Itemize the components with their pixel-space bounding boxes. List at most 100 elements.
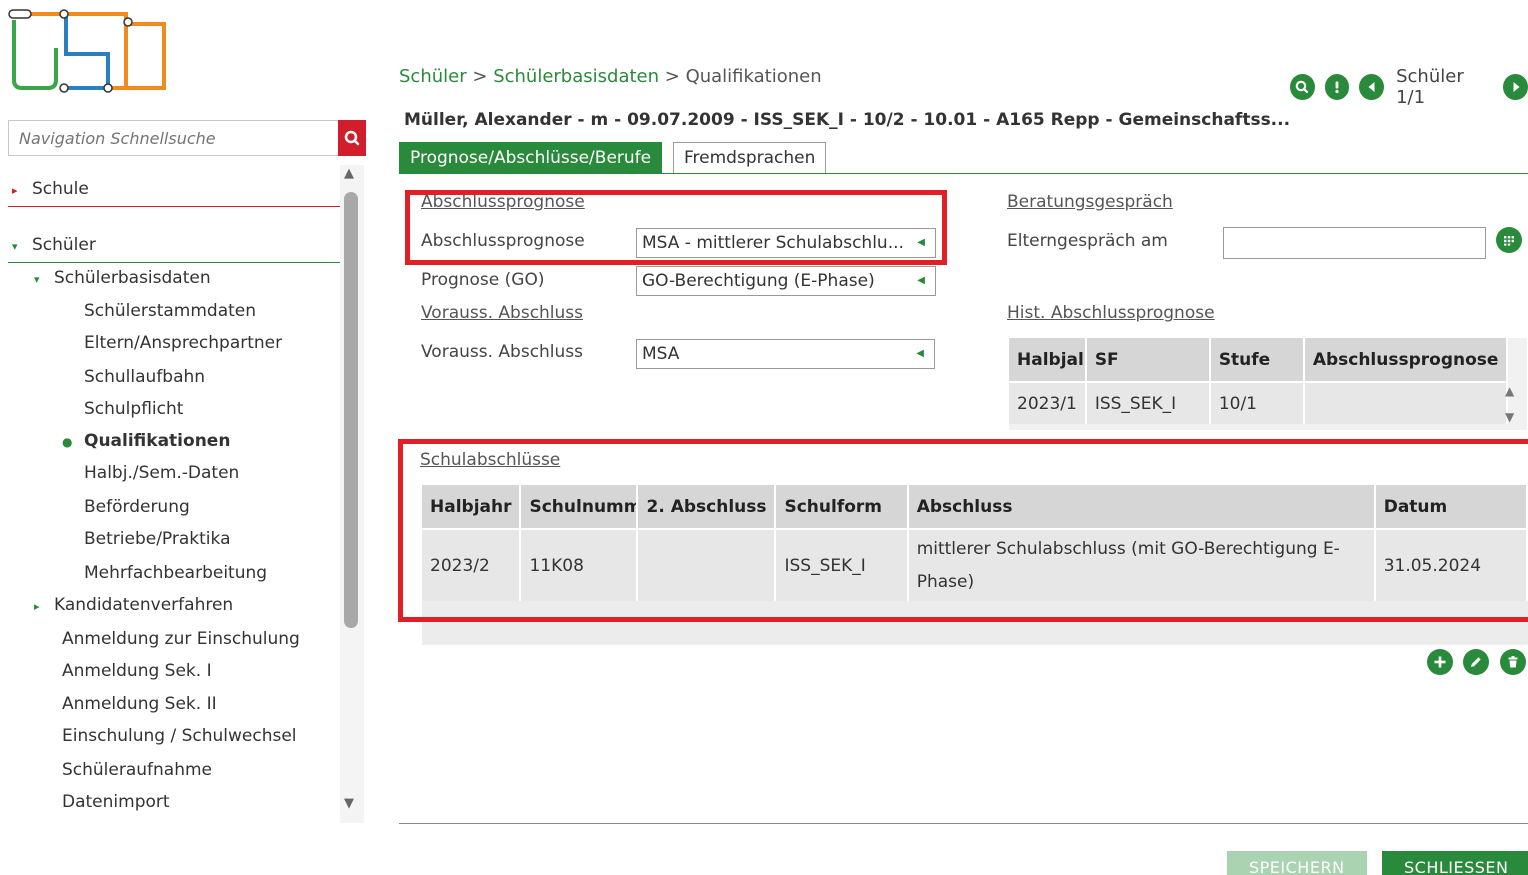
elterngespraech-date-input[interactable] (1223, 227, 1486, 259)
nav-scrollbar-thumb[interactable] (344, 192, 358, 628)
column-header-schulnummer[interactable]: Schulnumme (520, 485, 639, 529)
caret-left-icon: ◀ (916, 348, 924, 359)
nav-item-schuelerbasisdaten[interactable]: ▾ Schülerbasisdaten (34, 268, 211, 288)
scroll-down-icon[interactable]: ▼ (344, 796, 354, 811)
search-button[interactable] (338, 120, 366, 156)
close-button[interactable]: SCHLIESSEN (1382, 851, 1528, 875)
caret-down-icon: ▾ (34, 273, 40, 286)
usd-logo (8, 9, 166, 93)
add-icon[interactable] (1427, 649, 1453, 675)
nav-item-schullaufbahn[interactable]: Schullaufbahn (84, 367, 205, 387)
scroll-up-icon[interactable]: ▲ (1505, 384, 1514, 398)
warning-icon[interactable] (1324, 74, 1350, 100)
caret-left-icon: ◀ (917, 275, 925, 286)
active-dot-icon: ● (62, 435, 73, 449)
column-header-datum[interactable]: Datum (1374, 485, 1528, 529)
record-navigation: Schüler 1/1 (1290, 66, 1528, 108)
select-abschlussprognose[interactable]: MSA - mittlerer Schulabschlu... ◀ (636, 228, 936, 258)
nav-label-kandidaten: Kandidatenverfahren (54, 595, 234, 615)
breadcrumb-current: Qualifikationen (685, 66, 822, 87)
tab-divider (399, 173, 1528, 174)
tab-fremdsprachen[interactable]: Fremdsprachen (673, 142, 827, 174)
column-header-stufe[interactable]: Stufe (1209, 338, 1305, 382)
column-header-schulform[interactable]: Schulform (775, 485, 909, 529)
column-header-sf[interactable]: SF (1085, 338, 1211, 382)
column-header-abschluss[interactable]: Abschluss (907, 485, 1376, 529)
cell-halbjahr: 2023/1 (1009, 381, 1087, 424)
nav-item-befoerderung[interactable]: Beförderung (84, 497, 190, 517)
caret-right-icon: ▸ (12, 184, 18, 197)
nav-item-schuelerstammdaten[interactable]: Schülerstammdaten (84, 301, 256, 321)
search-record-icon[interactable] (1290, 74, 1315, 100)
hist-table: Halbjal SF Stufe Abschlussprognose 2023/… (1009, 338, 1509, 424)
caret-down-icon: ▾ (12, 240, 18, 253)
nav-item-betriebe[interactable]: Betriebe/Praktika (84, 529, 231, 549)
nav-item-anmeldung-sek1[interactable]: Anmeldung Sek. I (62, 661, 212, 681)
divider (8, 206, 340, 207)
cell-abschluss: mittlerer Schulabschluss (mit GO-Berecht… (907, 528, 1376, 601)
label-abschlussprognose: Abschlussprognose (421, 231, 585, 251)
breadcrumb-schuelerbasisdaten[interactable]: Schülerbasisdaten (493, 66, 659, 87)
nav-item-kandidatenverfahren[interactable]: ▸ Kandidatenverfahren (34, 595, 233, 615)
table-header-row: Halbjal SF Stufe Abschlussprognose (1009, 338, 1509, 382)
nav-item-halbjahr[interactable]: Halbj./Sem.-Daten (84, 463, 239, 483)
section-abschlussprognose[interactable]: Abschlussprognose (421, 192, 585, 212)
navigation-search-input[interactable] (9, 121, 339, 155)
nav-item-datenimport[interactable]: Datenimport (62, 792, 170, 812)
cell-schulnummer: 11K08 (520, 528, 639, 601)
section-beratungsgespraech[interactable]: Beratungsgespräch (1007, 192, 1173, 212)
search-icon (344, 130, 360, 146)
nav-label-qualifikationen: Qualifikationen (84, 431, 231, 451)
breadcrumb-separator: > (472, 66, 488, 87)
previous-record-icon[interactable] (1359, 74, 1385, 100)
breadcrumb-schueler[interactable]: Schüler (399, 66, 467, 87)
table-header-row: Halbjahr Schulnumme 2. Abschluss Schulfo… (422, 485, 1528, 529)
column-header-halbjahr[interactable]: Halbjahr (422, 485, 522, 529)
table-row[interactable]: 2023/2 11K08 ISS_SEK_I mittlerer Schulab… (422, 528, 1528, 601)
cell-sf: ISS_SEK_I (1085, 381, 1211, 424)
cell-datum: 31.05.2024 (1374, 528, 1528, 601)
navigation-pane: ▸ Schule ▾ Schüler ▾ Schülerbasisdaten Schü… (0, 0, 370, 875)
nav-item-anmeldung-sek2[interactable]: Anmeldung Sek. II (62, 694, 217, 714)
cell-halbjahr: 2023/2 (422, 528, 522, 601)
scroll-up-icon[interactable]: ▲ (344, 166, 354, 181)
tab-prognose[interactable]: Prognose/Abschlüsse/Berufe (399, 142, 663, 174)
edit-icon[interactable] (1463, 649, 1489, 675)
breadcrumb-separator: > (664, 66, 680, 87)
section-hist-abschlussprognose[interactable]: Hist. Abschlussprognose (1007, 303, 1215, 323)
column-header-2-abschluss[interactable]: 2. Abschluss (637, 485, 777, 529)
column-header-abschlussprognose[interactable]: Abschlussprognose (1303, 338, 1509, 382)
nav-label-schueler: Schüler (32, 235, 96, 255)
nav-item-qualifikationen[interactable]: ● Qualifikationen (62, 431, 230, 451)
label-prognose-go: Prognose (GO) (421, 270, 545, 290)
nav-item-schueler[interactable]: ▾ Schüler (12, 235, 96, 255)
save-button[interactable]: SPEICHERN (1227, 851, 1367, 875)
footer-divider (399, 823, 1528, 824)
calendar-icon[interactable] (1496, 227, 1522, 253)
section-schulabschluesse[interactable]: Schulabschlüsse (420, 450, 560, 470)
schulabschluesse-table-container: Halbjahr Schulnumme 2. Abschluss Schulfo… (422, 485, 1528, 645)
nav-label-schule: Schule (32, 179, 89, 199)
select-vorauss-abschluss[interactable]: MSA ◀ (636, 339, 935, 369)
nav-item-anmeldung-einschulung[interactable]: Anmeldung zur Einschulung (62, 629, 300, 649)
nav-item-mehrfachbearbeitung[interactable]: Mehrfachbearbeitung (84, 563, 267, 583)
section-vorauss-abschluss[interactable]: Vorauss. Abschluss (421, 303, 583, 323)
next-record-icon[interactable] (1503, 74, 1528, 100)
breadcrumb: Schüler > Schülerbasisdaten > Qualifikat… (399, 66, 822, 87)
nav-item-schulpflicht[interactable]: Schulpflicht (84, 399, 183, 419)
hist-table-container: Halbjal SF Stufe Abschlussprognose 2023/… (1009, 338, 1527, 430)
schulabschluesse-table: Halbjahr Schulnumme 2. Abschluss Schulfo… (422, 485, 1528, 601)
column-header-halbjahr[interactable]: Halbjal (1009, 338, 1087, 382)
select-prognose-go[interactable]: GO-Berechtigung (E-Phase) ◀ (636, 266, 936, 296)
nav-item-einschulung-schulwechsel[interactable]: Einschulung / Schulwechsel (62, 726, 297, 746)
scroll-down-icon[interactable]: ▼ (1505, 410, 1514, 424)
cell-2-abschluss (637, 528, 777, 601)
nav-item-schueleraufnahme[interactable]: Schüleraufnahme (62, 760, 212, 780)
nav-item-schule[interactable]: ▸ Schule (12, 179, 89, 199)
divider (8, 262, 340, 263)
nav-item-eltern[interactable]: Eltern/Ansprechpartner (84, 333, 282, 353)
nav-label-schuelerbasisdaten: Schülerbasisdaten (54, 268, 211, 288)
table-row[interactable]: 2023/1 ISS_SEK_I 10/1 (1009, 381, 1509, 424)
record-counter: Schüler 1/1 (1396, 66, 1464, 108)
delete-icon[interactable] (1500, 649, 1526, 675)
